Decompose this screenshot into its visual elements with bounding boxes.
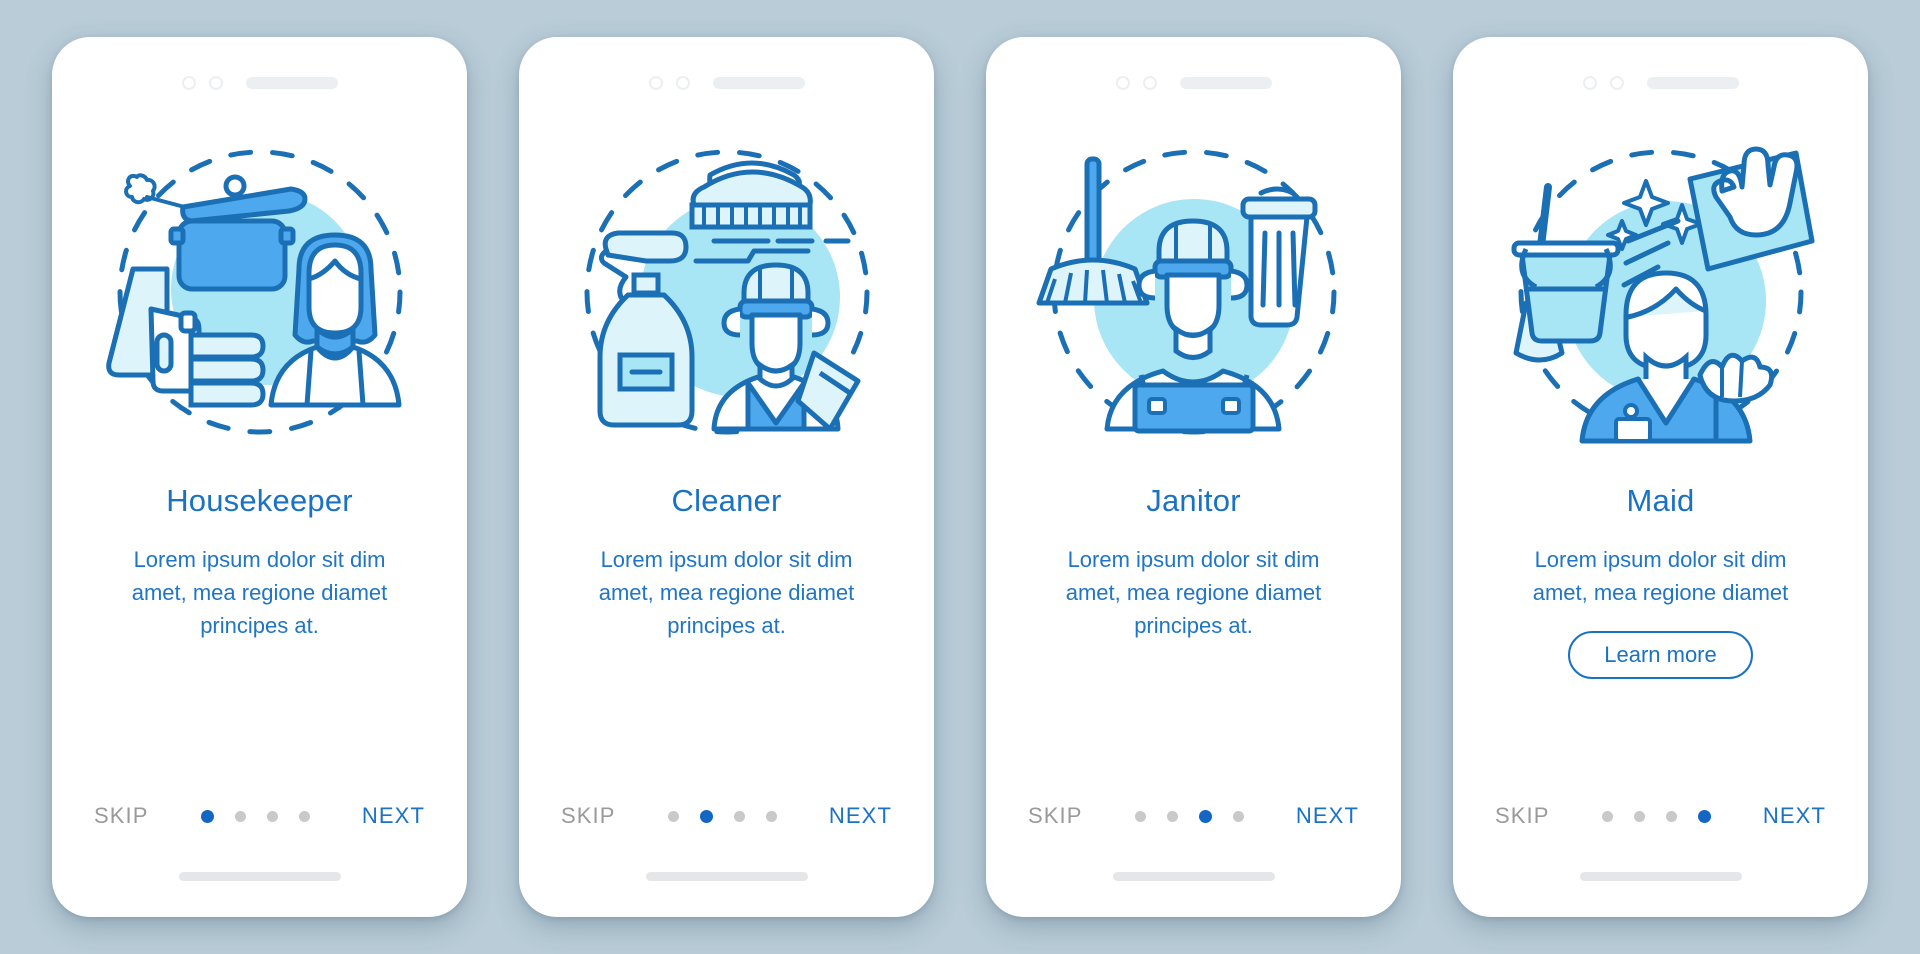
- onboarding-nav: SKIP NEXT: [1453, 803, 1868, 829]
- speaker-grille-icon: [1646, 77, 1739, 89]
- illustration-container: [519, 105, 934, 477]
- janitor-illustration: [1036, 149, 1336, 435]
- pagination-dot-4[interactable]: [298, 810, 310, 822]
- pagination-dot-2[interactable]: [699, 809, 713, 823]
- next-button[interactable]: NEXT: [1763, 803, 1826, 829]
- onboarding-screen-housekeeper: Housekeeper Lorem ipsum dolor sit dim am…: [52, 37, 467, 917]
- camera-sensor-icon: [1582, 76, 1597, 90]
- pagination-dot-2[interactable]: [1633, 810, 1645, 822]
- next-button[interactable]: NEXT: [829, 803, 892, 829]
- screen-description: Lorem ipsum dolor sit dim amet, mea regi…: [1065, 547, 1322, 638]
- pagination-dots: [667, 809, 777, 823]
- pagination-dots: [1134, 809, 1244, 823]
- home-indicator: [1579, 872, 1742, 881]
- skip-button[interactable]: SKIP: [1028, 803, 1083, 829]
- pagination-dot-4[interactable]: [1697, 809, 1711, 823]
- onboarding-screen-janitor: Janitor Lorem ipsum dolor sit dim amet, …: [986, 37, 1401, 917]
- camera-sensor-icon: [1115, 76, 1130, 90]
- pagination-dot-4[interactable]: [765, 810, 777, 822]
- onboarding-screen-maid: Maid Lorem ipsum dolor sit dim amet, mea…: [1453, 37, 1868, 917]
- home-indicator: [178, 872, 341, 881]
- phone-status-bar: [519, 37, 934, 105]
- pagination-dot-3[interactable]: [266, 810, 278, 822]
- screen-description: Lorem ipsum dolor sit dim amet, mea regi…: [598, 547, 855, 638]
- onboarding-nav: SKIP NEXT: [986, 803, 1401, 829]
- screen-title: Cleaner: [671, 483, 782, 518]
- screen-title: Maid: [1626, 483, 1695, 518]
- speaker-grille-icon: [245, 77, 338, 89]
- screen-description: Lorem ipsum dolor sit dim amet, mea regi…: [1532, 547, 1789, 605]
- proximity-sensor-icon: [675, 76, 690, 90]
- screen-title: Housekeeper: [166, 483, 353, 518]
- pagination-dots: [1601, 809, 1711, 823]
- learn-more-button[interactable]: Learn more: [1568, 631, 1753, 679]
- phone-status-bar: [52, 37, 467, 105]
- illustration-container: [1453, 105, 1868, 477]
- skip-button[interactable]: SKIP: [561, 803, 616, 829]
- pagination-dot-2[interactable]: [1166, 810, 1178, 822]
- next-button[interactable]: NEXT: [1296, 803, 1359, 829]
- onboarding-screen-cleaner: Cleaner Lorem ipsum dolor sit dim amet, …: [519, 37, 934, 917]
- pagination-dot-1[interactable]: [1134, 810, 1146, 822]
- pagination-dot-3[interactable]: [1665, 810, 1677, 822]
- speaker-grille-icon: [712, 77, 805, 89]
- pagination-dots: [200, 809, 310, 823]
- pagination-dot-4[interactable]: [1232, 810, 1244, 822]
- proximity-sensor-icon: [1609, 76, 1624, 90]
- screen-description: Lorem ipsum dolor sit dim amet, mea regi…: [131, 547, 388, 638]
- pagination-dot-1[interactable]: [200, 809, 214, 823]
- home-indicator: [1112, 872, 1275, 881]
- onboarding-nav: SKIP NEXT: [52, 803, 467, 829]
- camera-sensor-icon: [648, 76, 663, 90]
- phone-status-bar: [1453, 37, 1868, 105]
- pagination-dot-3[interactable]: [733, 810, 745, 822]
- proximity-sensor-icon: [1142, 76, 1157, 90]
- screen-title: Janitor: [1146, 483, 1241, 518]
- pagination-dot-3[interactable]: [1198, 809, 1212, 823]
- proximity-sensor-icon: [208, 76, 223, 90]
- skip-button[interactable]: SKIP: [94, 803, 149, 829]
- skip-button[interactable]: SKIP: [1495, 803, 1550, 829]
- onboarding-nav: SKIP NEXT: [519, 803, 934, 829]
- phone-status-bar: [986, 37, 1401, 105]
- speaker-grille-icon: [1179, 77, 1272, 89]
- pagination-dot-2[interactable]: [234, 810, 246, 822]
- maid-illustration: [1511, 146, 1814, 444]
- housekeeper-illustration: [105, 149, 402, 435]
- pagination-dot-1[interactable]: [1601, 810, 1613, 822]
- next-button[interactable]: NEXT: [362, 803, 425, 829]
- cleaner-illustration: [584, 149, 869, 435]
- home-indicator: [645, 872, 808, 881]
- illustration-container: [52, 105, 467, 477]
- pagination-dot-1[interactable]: [667, 810, 679, 822]
- illustration-container: [986, 105, 1401, 477]
- onboarding-screens-row: Housekeeper Lorem ipsum dolor sit dim am…: [0, 0, 1920, 954]
- camera-sensor-icon: [181, 76, 196, 90]
